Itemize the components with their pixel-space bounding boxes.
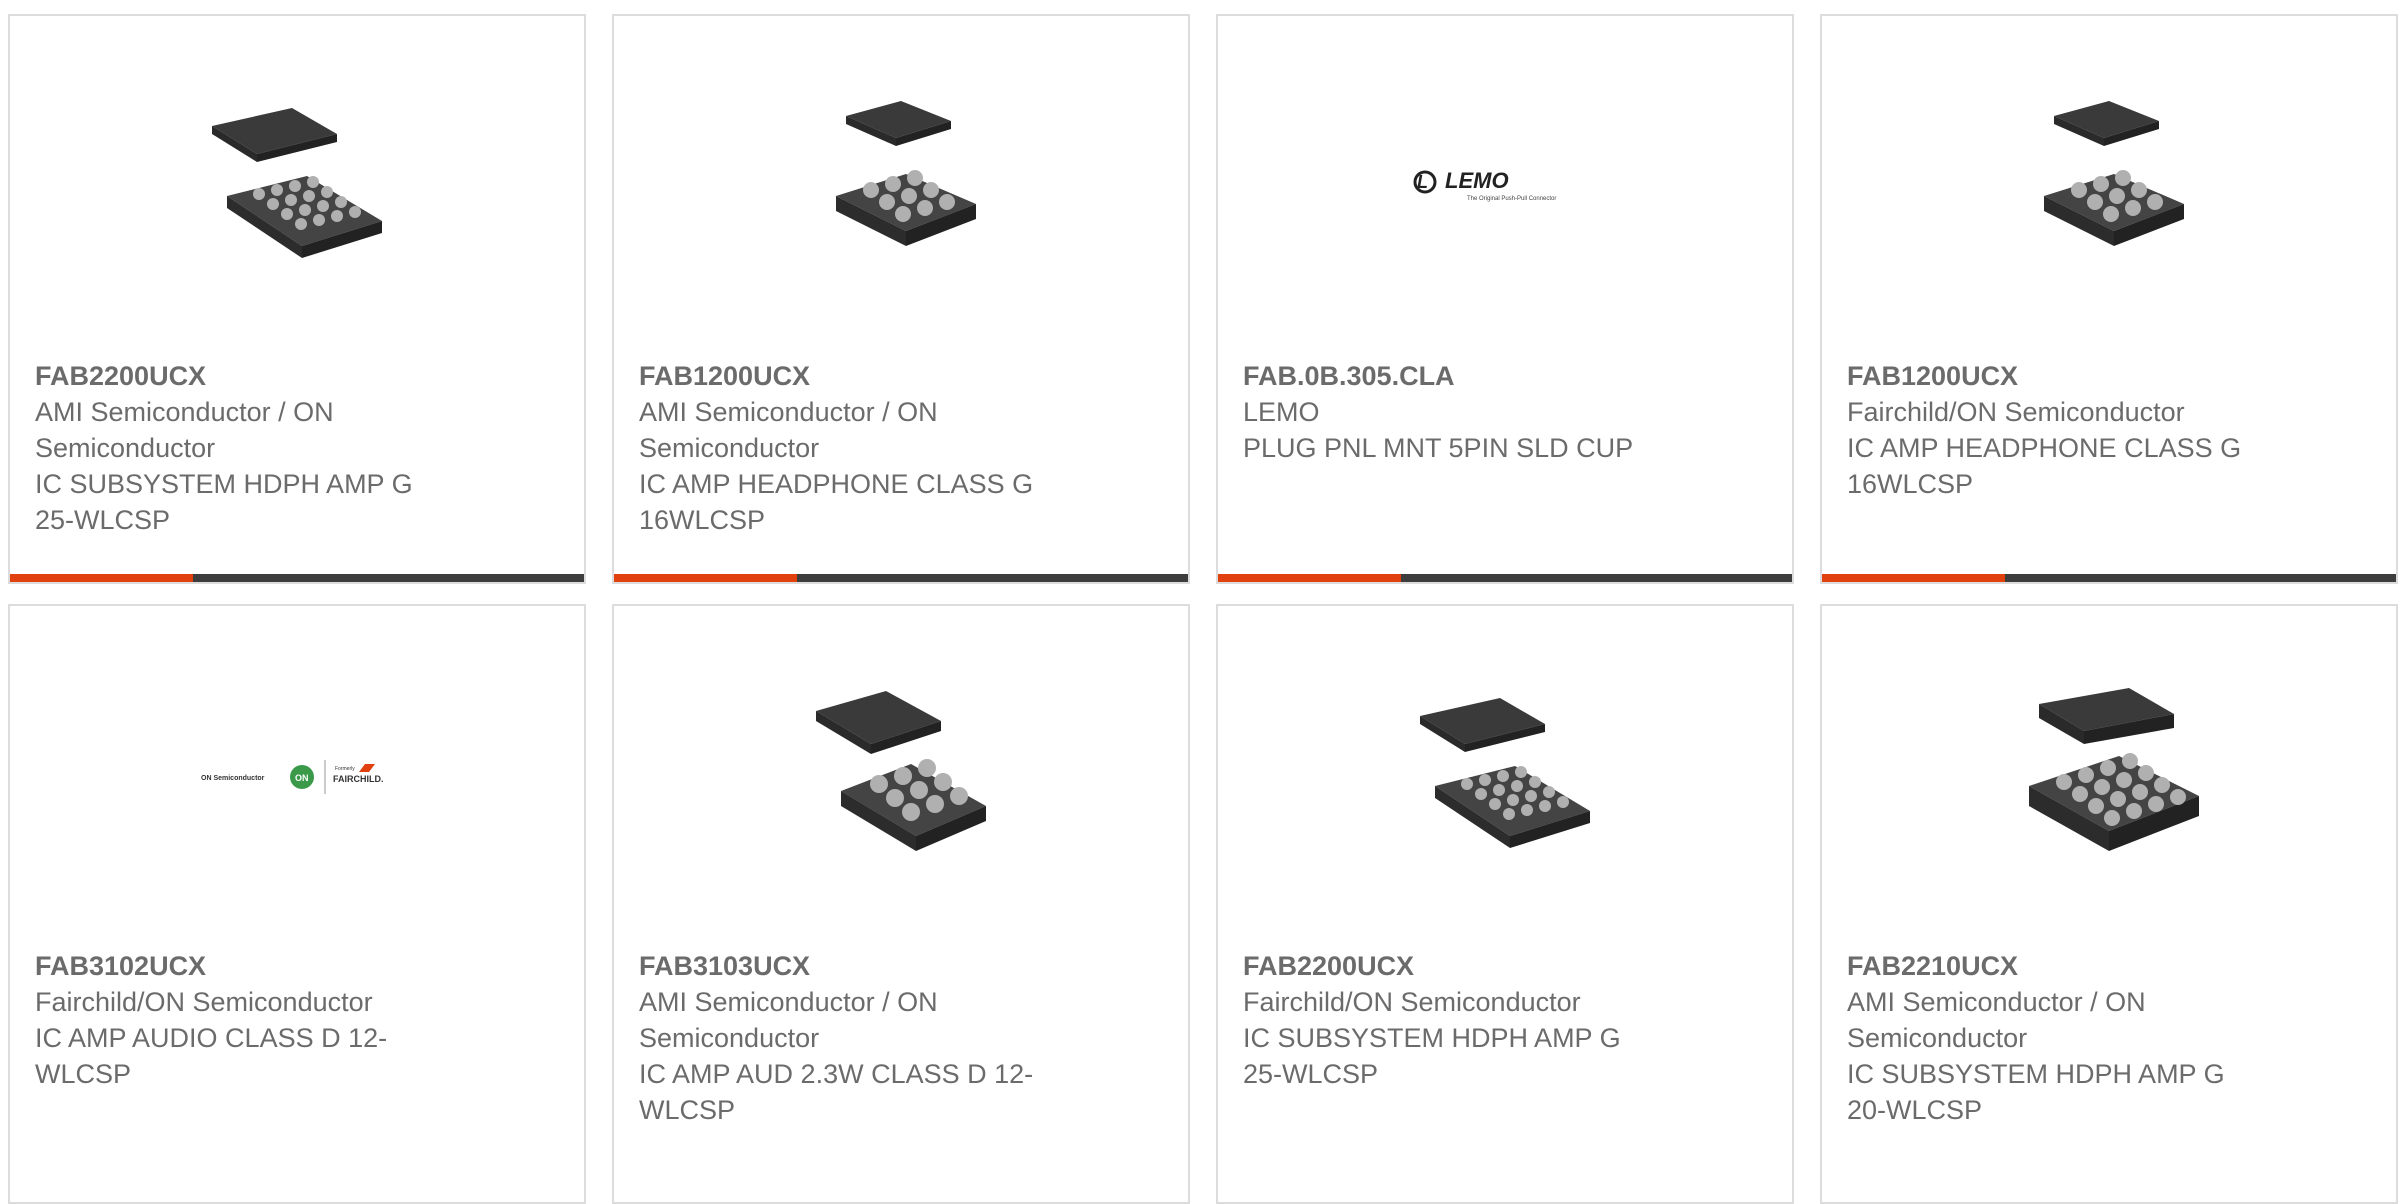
description: IC SUBSYSTEM HDPH AMP G 25-WLCSP — [35, 469, 413, 535]
part-number[interactable]: FAB2200UCX — [1243, 948, 1663, 984]
description: IC AMP AUD 2.3W CLASS D 12-WLCSP — [639, 1059, 1034, 1125]
card-bar — [1822, 574, 2396, 582]
card-accent — [1218, 574, 1401, 582]
product-card[interactable]: FAB1200UCX AMI Semiconductor / ON Semico… — [612, 14, 1190, 584]
manufacturer: LEMO — [1243, 397, 1320, 427]
part-number[interactable]: FAB3103UCX — [639, 948, 1059, 984]
product-card[interactable]: FAB1200UCX Fairchild/ON Semiconductor IC… — [1820, 14, 2398, 584]
part-number[interactable]: FAB.0B.305.CLA — [1243, 358, 1663, 394]
card-accent — [1822, 574, 2005, 582]
svg-text:ON Semiconductor: ON Semiconductor — [201, 775, 265, 782]
manufacturer: AMI Semiconductor / ON Semiconductor — [639, 397, 938, 463]
card-bar — [614, 574, 1188, 582]
part-number[interactable]: FAB3102UCX — [35, 948, 455, 984]
product-card[interactable]: FAB2200UCX Fairchild/ON Semiconductor IC… — [1216, 604, 1794, 1204]
lemo-logo: L LEMO The Original Push-Pull Connector — [1413, 168, 1556, 202]
card-bar — [10, 574, 584, 582]
description: PLUG PNL MNT 5PIN SLD CUP — [1243, 433, 1634, 463]
card-bar — [1218, 574, 1792, 582]
product-card[interactable]: FAB2210UCX AMI Semiconductor / ON Semico… — [1820, 604, 2398, 1204]
svg-text:The Original Push-Pull Connect: The Original Push-Pull Connector — [1467, 196, 1556, 202]
on-fairchild-logo: ON Semiconductor ON Formerly FAIRCHILD. — [201, 760, 384, 794]
manufacturer: Fairchild/ON Semiconductor — [35, 987, 373, 1017]
chip-20-ball-icon — [2029, 688, 2199, 851]
manufacturer: AMI Semiconductor / ON Semiconductor — [1847, 987, 2146, 1053]
chip-16-ball-icon — [2044, 101, 2184, 246]
part-number[interactable]: FAB1200UCX — [639, 358, 1059, 394]
product-card[interactable]: FAB3103UCX AMI Semiconductor / ON Semico… — [612, 604, 1190, 1204]
product-card[interactable]: ON Semiconductor ON Formerly FAIRCHILD. … — [8, 604, 586, 1204]
svg-text:L: L — [1417, 172, 1428, 192]
svg-text:LEMO: LEMO — [1445, 168, 1509, 193]
description: IC SUBSYSTEM HDPH AMP G 20-WLCSP — [1847, 1059, 2225, 1125]
description: IC AMP HEADPHONE CLASS G 16WLCSP — [1847, 433, 2242, 499]
product-card[interactable]: FAB2200UCX AMI Semiconductor / ON Semico… — [8, 14, 586, 584]
part-number[interactable]: FAB1200UCX — [1847, 358, 2267, 394]
product-card[interactable]: L LEMO The Original Push-Pull Connector … — [1216, 14, 1794, 584]
description: IC AMP HEADPHONE CLASS G 16WLCSP — [639, 469, 1034, 535]
manufacturer: Fairchild/ON Semiconductor — [1243, 987, 1581, 1017]
part-number[interactable]: FAB2210UCX — [1847, 948, 2267, 984]
svg-text:ON: ON — [295, 773, 309, 783]
manufacturer: AMI Semiconductor / ON Semiconductor — [35, 397, 334, 463]
description: IC SUBSYSTEM HDPH AMP G 25-WLCSP — [1243, 1023, 1621, 1089]
manufacturer: Fairchild/ON Semiconductor — [1847, 397, 2185, 427]
card-accent — [614, 574, 797, 582]
card-accent — [10, 574, 193, 582]
chip-25-ball-icon — [212, 108, 382, 258]
svg-text:FAIRCHILD.: FAIRCHILD. — [333, 774, 384, 784]
manufacturer: AMI Semiconductor / ON Semiconductor — [639, 987, 938, 1053]
description: IC AMP AUDIO CLASS D 12-WLCSP — [35, 1023, 388, 1089]
chip-16-ball-icon — [836, 101, 976, 246]
svg-text:Formerly: Formerly — [335, 766, 355, 772]
part-number[interactable]: FAB2200UCX — [35, 358, 455, 394]
chip-12-ball-icon — [816, 691, 986, 851]
chip-25-ball-icon — [1420, 698, 1590, 848]
